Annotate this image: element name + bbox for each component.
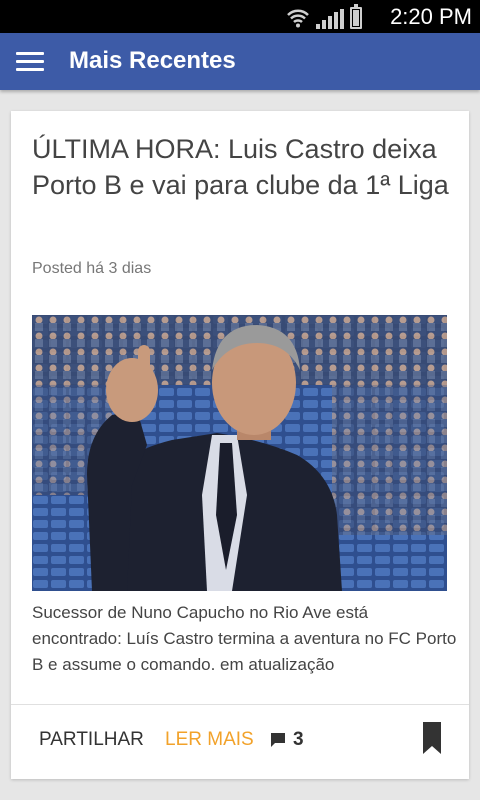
status-bar: 2:20 PM <box>0 0 480 33</box>
comments-button[interactable]: 3 <box>269 729 304 751</box>
app-bar-title: Mais Recentes <box>69 47 236 74</box>
bookmark-icon[interactable] <box>423 722 441 754</box>
status-time: 2:20 PM <box>390 4 472 29</box>
hamburger-menu-icon[interactable] <box>16 46 46 76</box>
battery-icon <box>350 4 362 29</box>
share-button[interactable]: PARTILHAR <box>39 729 144 751</box>
status-icons <box>286 4 362 29</box>
article-headline[interactable]: ÚLTIMA HORA: Luis Castro deixa Porto B e… <box>32 131 452 203</box>
article-photo[interactable] <box>32 315 447 591</box>
card-actions: PARTILHAR LER MAIS 3 <box>11 705 469 779</box>
posted-date: Posted há 3 dias <box>32 260 152 277</box>
comment-count: 3 <box>293 729 304 750</box>
comment-icon <box>271 733 285 747</box>
article-card[interactable]: ÚLTIMA HORA: Luis Castro deixa Porto B e… <box>11 111 469 779</box>
wifi-icon <box>287 9 309 28</box>
read-more-button[interactable]: LER MAIS <box>165 729 254 751</box>
app-bar: Mais Recentes <box>0 33 480 90</box>
article-excerpt: Sucessor de Nuno Capucho no Rio Ave está… <box>32 603 457 674</box>
signal-icon <box>316 9 344 29</box>
